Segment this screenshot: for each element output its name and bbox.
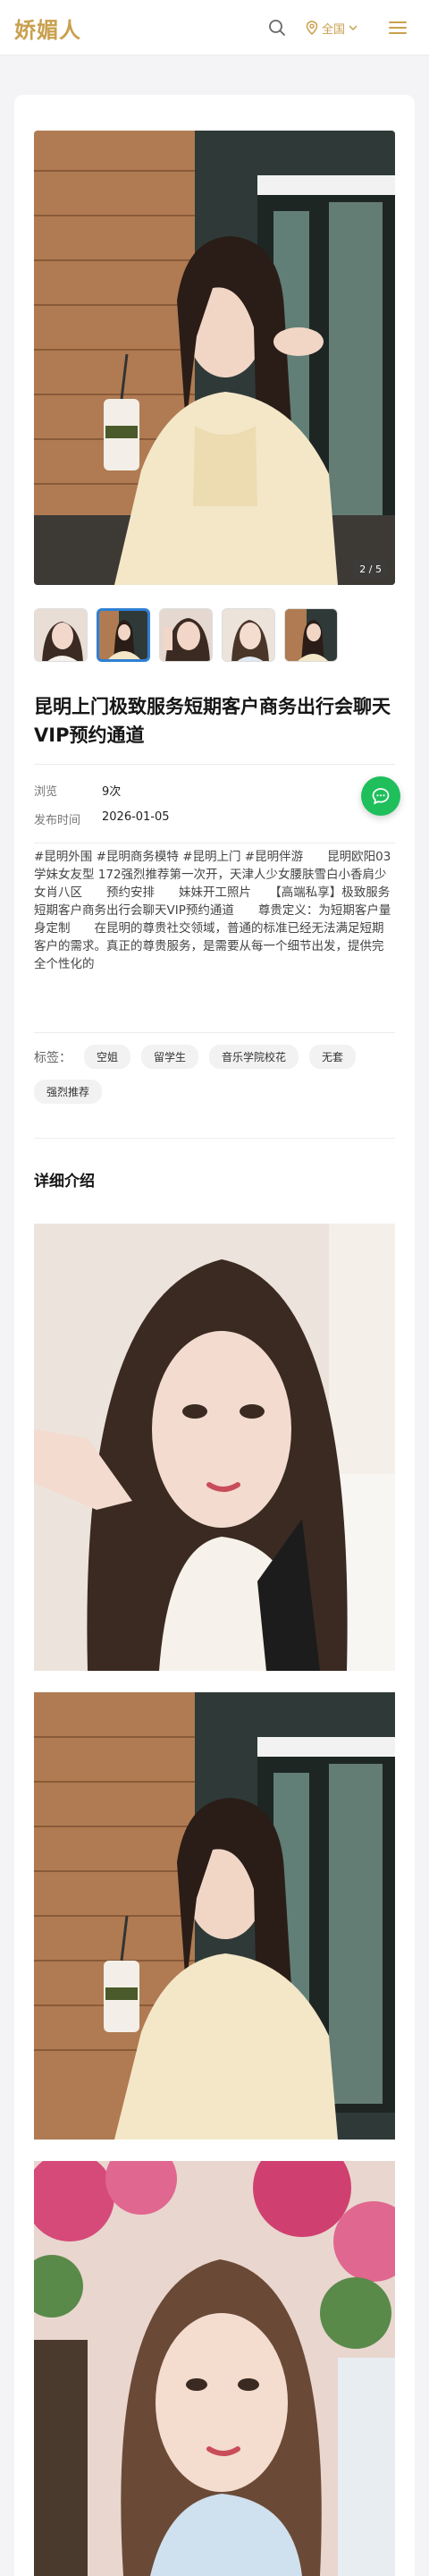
thumbnail-4[interactable]: [222, 608, 275, 662]
location-pin-icon: [306, 21, 318, 35]
thumbnail-2[interactable]: [97, 608, 150, 662]
profile-description: #昆明外围 #昆明商务模特 #昆明上门 #昆明伴游 昆明欧阳03学妹女友型 17…: [34, 850, 391, 971]
gallery-photo: [34, 131, 395, 585]
search-icon: [269, 20, 285, 36]
gallery-counter: 2 / 5: [353, 561, 388, 578]
detail-image-1: [34, 1224, 395, 1671]
region-label: 全国: [322, 22, 346, 37]
chat-button[interactable]: [361, 776, 400, 816]
thumbnail-3[interactable]: [159, 608, 213, 662]
detail-image-2: [34, 1692, 395, 2140]
site-logo[interactable]: 娇媚人: [14, 13, 81, 44]
tags-label: 标签：: [34, 1050, 72, 1065]
chat-bubble-icon: [372, 788, 390, 805]
search-button[interactable]: [265, 15, 290, 40]
region-selector[interactable]: 全国: [306, 17, 358, 38]
site-header: 娇媚人 全国: [0, 0, 429, 55]
publish-date-row: 发布时间 2026-01-05: [34, 810, 170, 828]
tag-chip[interactable]: 留学生: [141, 1045, 199, 1069]
tag-chip[interactable]: 强烈推荐: [34, 1080, 103, 1104]
views-value: 9次: [102, 785, 122, 799]
divider: [34, 1032, 395, 1033]
tag-list: 标签： 空姐 留学生 音乐学院校花 无套 强烈推荐: [34, 1045, 395, 1104]
main-gallery-image[interactable]: 2 / 5: [34, 131, 395, 585]
tag-chip[interactable]: 空姐: [84, 1045, 131, 1069]
detail-section-title: 详细介绍: [34, 1173, 95, 1191]
chevron-down-icon: [349, 25, 358, 31]
publish-date-value: 2026-01-05: [102, 810, 170, 824]
thumbnail-strip: [34, 608, 338, 662]
page-title: 昆明上门极致服务短期客户商务出行会聊天VIP预约通道: [34, 696, 391, 746]
publish-date-label: 发布时间: [34, 814, 81, 827]
tag-chip[interactable]: 音乐学院校花: [209, 1045, 299, 1069]
divider: [34, 1138, 395, 1139]
thumbnail-5[interactable]: [284, 608, 338, 662]
thumbnail-1[interactable]: [34, 608, 88, 662]
views-label: 浏览: [34, 785, 58, 799]
divider: [34, 764, 395, 765]
hamburger-menu-icon: [389, 21, 407, 34]
menu-button[interactable]: [386, 16, 409, 39]
tag-chip[interactable]: 无套: [309, 1045, 357, 1069]
detail-image-3: [34, 2161, 395, 2576]
views-row: 浏览 9次: [34, 782, 121, 800]
profile-card: 2 / 5 昆明上门极致服务短期客户商务出行会聊天VIP预约通道 浏览 9次 发…: [14, 95, 415, 2576]
